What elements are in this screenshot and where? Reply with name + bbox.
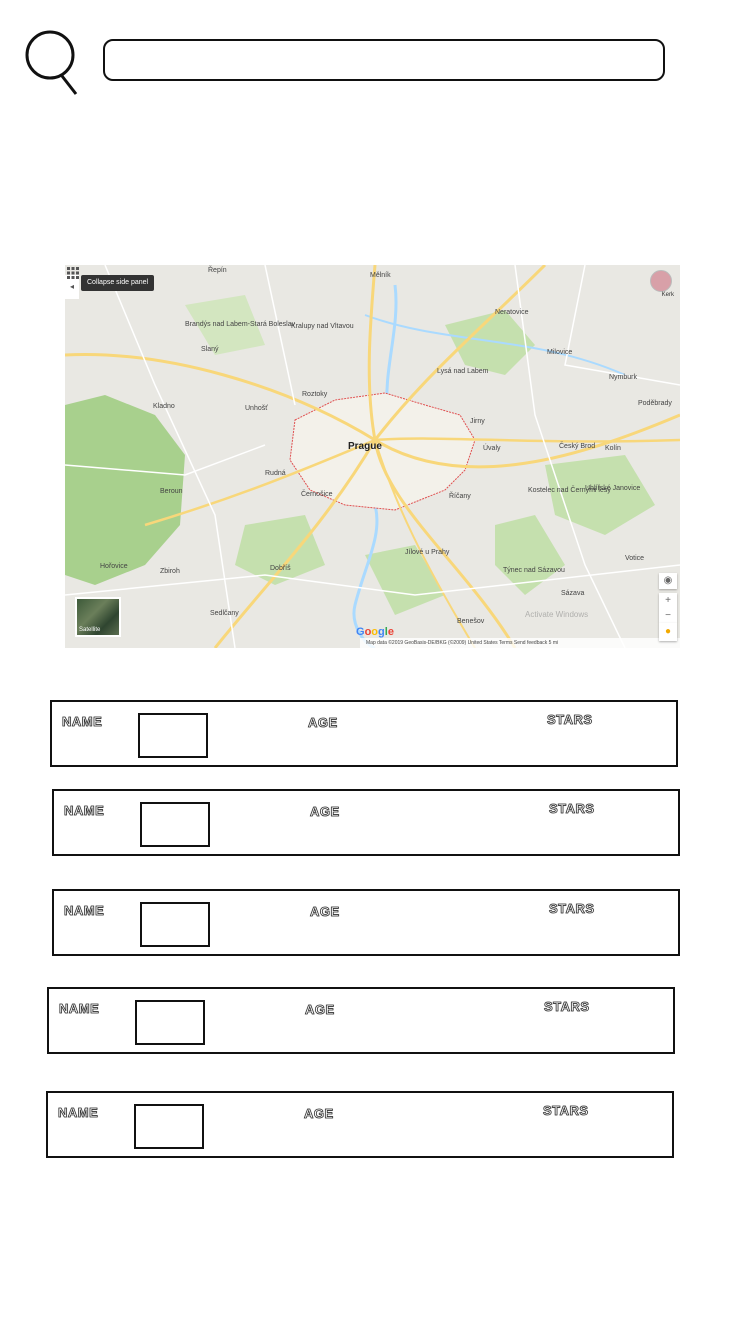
map-place-label: Lysá nad Labem bbox=[437, 368, 489, 375]
map-place-label: Sedlčany bbox=[210, 610, 239, 617]
photo-placeholder bbox=[134, 1104, 204, 1149]
map-place-label: Kladno bbox=[153, 403, 175, 410]
stars-label: STARS bbox=[543, 1103, 589, 1119]
map-place-label: Unhošť bbox=[245, 405, 268, 412]
photo-placeholder bbox=[140, 902, 210, 947]
map-place-label: Benešov bbox=[457, 618, 485, 625]
map-place-label: Nymburk bbox=[609, 374, 638, 381]
map-place-label: Poděbrady bbox=[638, 400, 672, 407]
zoom-out-button[interactable]: − bbox=[659, 608, 677, 623]
map-place-label: Slaný bbox=[201, 346, 219, 353]
photo-placeholder bbox=[135, 1000, 205, 1045]
satellite-toggle[interactable]: Satellite bbox=[75, 597, 121, 637]
locate-button[interactable]: ◉ bbox=[659, 573, 677, 589]
list-item[interactable]: NAME AGE STARS bbox=[46, 1091, 674, 1158]
apps-grid-icon[interactable] bbox=[65, 265, 81, 281]
logo-letter: g bbox=[378, 626, 385, 638]
stars-label: STARS bbox=[547, 712, 593, 728]
name-label: NAME bbox=[64, 803, 105, 819]
map-place-label: Kolín bbox=[605, 445, 621, 452]
map-place-label: Zbiroh bbox=[160, 568, 180, 575]
google-logo: Google bbox=[356, 626, 394, 638]
satellite-label: Satellite bbox=[79, 627, 101, 633]
map-place-label: Uhlířské Janovice bbox=[585, 485, 641, 492]
list-item[interactable]: NAME AGE STARS bbox=[47, 987, 675, 1054]
map-base bbox=[65, 265, 680, 648]
zoom-in-button[interactable]: + bbox=[659, 593, 677, 608]
map-place-label: Český Brod bbox=[559, 443, 596, 450]
age-label: AGE bbox=[310, 804, 340, 820]
photo-placeholder bbox=[138, 713, 208, 758]
map-place-label: Černošice bbox=[301, 491, 333, 498]
pegman-icon[interactable]: ● bbox=[659, 623, 677, 641]
name-label: NAME bbox=[59, 1001, 100, 1017]
watermark: Activate Windows bbox=[525, 610, 589, 619]
collapse-tooltip: Collapse side panel bbox=[81, 275, 155, 291]
stars-label: STARS bbox=[549, 901, 595, 917]
photo-placeholder bbox=[140, 802, 210, 847]
map-place-label: Votice bbox=[625, 555, 645, 562]
map-place-label: Hořovice bbox=[100, 563, 128, 570]
search-bar[interactable] bbox=[103, 39, 665, 81]
age-label: AGE bbox=[308, 715, 338, 731]
age-label: AGE bbox=[304, 1106, 334, 1122]
map-view[interactable]: Řepín Mělník Brandýs nad Labem-Stará Bol… bbox=[65, 265, 680, 648]
map-place-label: Jirny bbox=[470, 418, 485, 425]
map-place-label: Brandýs nad Labem-Stará Boleslav bbox=[185, 321, 296, 328]
map-place-label: Týnec nad Sázavou bbox=[503, 567, 565, 574]
list-item[interactable]: NAME AGE STARS bbox=[52, 789, 680, 856]
name-label: NAME bbox=[64, 903, 105, 919]
map-place-label: Úvaly bbox=[483, 445, 501, 452]
map-place-label: Neratovice bbox=[495, 309, 529, 316]
map-place-label: Jílové u Prahy bbox=[405, 549, 450, 556]
map-place-label: Říčany bbox=[449, 493, 471, 500]
avatar[interactable] bbox=[650, 270, 672, 292]
map-place-label: Roztoky bbox=[302, 391, 328, 398]
map-place-label: Milovice bbox=[547, 349, 573, 356]
age-label: AGE bbox=[305, 1002, 335, 1018]
map-place-label: Mělník bbox=[370, 272, 391, 279]
name-label: NAME bbox=[58, 1105, 99, 1121]
stars-label: STARS bbox=[544, 999, 590, 1015]
search-input[interactable] bbox=[105, 41, 663, 79]
map-place-label: Beroun bbox=[160, 488, 183, 495]
logo-letter: e bbox=[387, 626, 394, 638]
account-label: Kerk bbox=[661, 292, 674, 298]
map-place-label: Kralupy nad Vltavou bbox=[291, 323, 354, 330]
map-place-label: Dobříš bbox=[270, 565, 291, 572]
age-label: AGE bbox=[310, 904, 340, 920]
list-item[interactable]: NAME AGE STARS bbox=[50, 700, 678, 767]
logo-letter: G bbox=[356, 626, 365, 638]
search-icon[interactable] bbox=[24, 26, 80, 96]
zoom-controls: + − bbox=[659, 593, 677, 623]
stars-label: STARS bbox=[549, 801, 595, 817]
list-item[interactable]: NAME AGE STARS bbox=[52, 889, 680, 956]
map-city-label: Prague bbox=[348, 441, 382, 452]
map-place-label: Řepín bbox=[208, 267, 227, 274]
map-place-label: Rudná bbox=[265, 470, 286, 477]
map-attribution[interactable]: Map data ©2019 GeoBasis-DE/BKG (©2009) U… bbox=[360, 638, 680, 648]
name-label: NAME bbox=[62, 714, 103, 730]
map-place-label: Sázava bbox=[561, 590, 585, 597]
